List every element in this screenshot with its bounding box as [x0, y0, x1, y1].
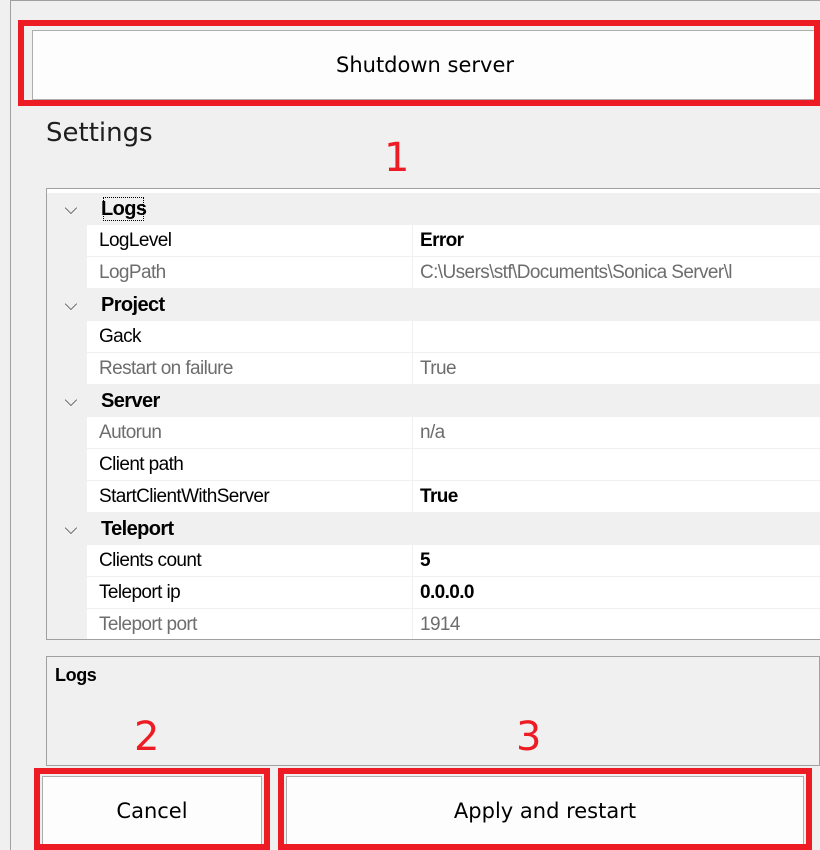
property-grid[interactable]: ⌵ Logs LogLevel Error LogPath C:\Users\stf\Do…: [46, 188, 820, 640]
column-divider[interactable]: [412, 609, 413, 639]
property-value[interactable]: C:\Users\stf\Documents\Sonica Server\l: [420, 257, 820, 288]
row-gutter: [47, 225, 87, 257]
row-gutter: [47, 449, 87, 481]
property-name: Gack: [99, 326, 142, 347]
row-gutter: [47, 609, 87, 639]
category-label: Logs: [99, 193, 148, 225]
property-name: LogPath: [99, 262, 166, 283]
window-top-border: [10, 0, 820, 1]
category-row-logs[interactable]: ⌵ Logs: [47, 193, 820, 225]
logs-panel: Logs: [46, 656, 820, 766]
property-name: Autorun: [99, 422, 162, 443]
property-row[interactable]: Teleport ip 0.0.0.0: [47, 577, 820, 609]
property-row[interactable]: Gack: [47, 321, 820, 353]
annotation-number-2: 2: [134, 714, 160, 760]
column-divider[interactable]: [412, 257, 413, 289]
property-name: Teleport port: [99, 614, 197, 635]
row-gutter: [47, 321, 87, 353]
column-divider[interactable]: [412, 481, 413, 513]
property-name: Restart on failure: [99, 358, 233, 379]
row-gutter: [47, 545, 87, 577]
row-gutter: [47, 257, 87, 289]
property-value[interactable]: n/a: [420, 417, 820, 448]
column-divider[interactable]: [412, 321, 413, 353]
window-left-border: [10, 0, 11, 850]
category-label: Teleport: [101, 518, 174, 540]
property-row[interactable]: LogPath C:\Users\stf\Documents\Sonica Ser…: [47, 257, 820, 289]
property-value[interactable]: True: [420, 481, 820, 512]
category-label: Project: [101, 294, 165, 316]
property-value[interactable]: [420, 321, 820, 352]
property-name: Client path: [99, 454, 184, 475]
column-divider[interactable]: [412, 225, 413, 257]
property-row[interactable]: Clients count 5: [47, 545, 820, 577]
column-divider[interactable]: [412, 545, 413, 577]
property-value[interactable]: True: [420, 353, 820, 384]
shutdown-server-label: Shutdown server: [336, 53, 514, 77]
chevron-down-icon[interactable]: ⌵: [55, 513, 87, 545]
shutdown-server-button[interactable]: Shutdown server: [32, 30, 818, 100]
property-row[interactable]: LogLevel Error: [47, 225, 820, 257]
property-name: LogLevel: [99, 230, 172, 251]
chevron-down-icon[interactable]: ⌵: [55, 193, 87, 225]
column-divider[interactable]: [412, 577, 413, 609]
chevron-down-icon[interactable]: ⌵: [55, 289, 87, 321]
property-name: Clients count: [99, 550, 202, 571]
property-row[interactable]: Teleport port 1914: [47, 609, 820, 639]
property-row[interactable]: Autorun n/a: [47, 417, 820, 449]
property-value[interactable]: Error: [420, 225, 820, 256]
property-value[interactable]: 0.0.0.0: [420, 577, 820, 608]
column-divider[interactable]: [412, 353, 413, 385]
annotation-number-3: 3: [516, 714, 542, 760]
category-label: Server: [101, 390, 160, 412]
category-row-server[interactable]: ⌵ Server: [47, 385, 820, 417]
property-name: StartClientWithServer: [99, 486, 270, 507]
row-gutter: [47, 577, 87, 609]
property-row[interactable]: StartClientWithServer True: [47, 481, 820, 513]
property-value[interactable]: 1914: [420, 609, 820, 639]
column-divider[interactable]: [412, 449, 413, 481]
row-gutter: [47, 417, 87, 449]
row-gutter: [47, 481, 87, 513]
apply-and-restart-button[interactable]: Apply and restart: [286, 776, 804, 846]
property-row[interactable]: Restart on failure True: [47, 353, 820, 385]
column-divider[interactable]: [412, 417, 413, 449]
property-row[interactable]: Client path: [47, 449, 820, 481]
row-gutter: [47, 353, 87, 385]
cancel-button-label: Cancel: [116, 799, 188, 823]
property-name: Teleport ip: [99, 582, 181, 603]
property-value[interactable]: 5: [420, 545, 820, 576]
apply-and-restart-label: Apply and restart: [453, 799, 637, 823]
logs-panel-title: Logs: [55, 665, 97, 685]
chevron-down-icon[interactable]: ⌵: [55, 385, 87, 417]
annotation-number-1: 1: [384, 135, 410, 181]
property-value[interactable]: [420, 449, 820, 480]
category-row-project[interactable]: ⌵ Project: [47, 289, 820, 321]
category-row-teleport[interactable]: ⌵ Teleport: [47, 513, 820, 545]
settings-title: Settings: [46, 118, 153, 148]
cancel-button[interactable]: Cancel: [42, 776, 262, 846]
